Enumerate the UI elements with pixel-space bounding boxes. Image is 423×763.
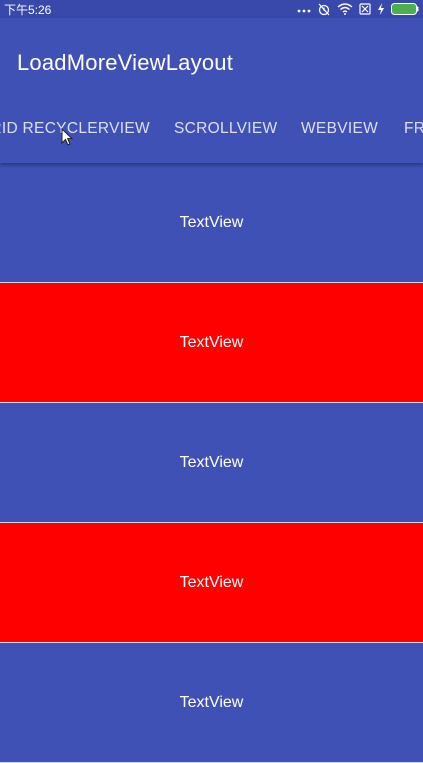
more-dots-icon: [297, 4, 311, 14]
sim-icon: [359, 3, 371, 15]
list-item-text: TextView: [179, 213, 244, 231]
status-bar: 下午5:26: [0, 0, 423, 18]
list-item[interactable]: TextView: [0, 643, 423, 763]
app-title: LoadMoreViewLayout: [17, 50, 234, 75]
status-time: 下午5:26: [4, 2, 52, 17]
list-item-text: TextView: [179, 693, 244, 711]
tab-fr[interactable]: FR: [404, 108, 423, 163]
battery-icon: [391, 3, 419, 15]
tab-scrollview[interactable]: SCROLLVIEW: [174, 108, 278, 163]
list-item[interactable]: TextView: [0, 163, 423, 283]
list-item[interactable]: TextView: [0, 283, 423, 403]
content-list[interactable]: TextView TextView TextView TextView TextView: [0, 163, 423, 763]
list-item-text: TextView: [179, 453, 244, 471]
charging-icon: [377, 3, 385, 15]
tab-webview[interactable]: WEBVIEW: [301, 108, 378, 163]
tab-grid-recyclerview[interactable]: GRID RECYCLERVIEW: [0, 108, 150, 163]
list-item-text: TextView: [179, 573, 244, 591]
status-icons: [297, 2, 419, 16]
alarm-icon: [317, 2, 331, 16]
wifi-icon: [337, 3, 353, 15]
list-item[interactable]: TextView: [0, 403, 423, 523]
list-item-text: TextView: [179, 333, 244, 351]
list-item[interactable]: TextView: [0, 523, 423, 643]
mouse-cursor-icon: [61, 127, 74, 151]
